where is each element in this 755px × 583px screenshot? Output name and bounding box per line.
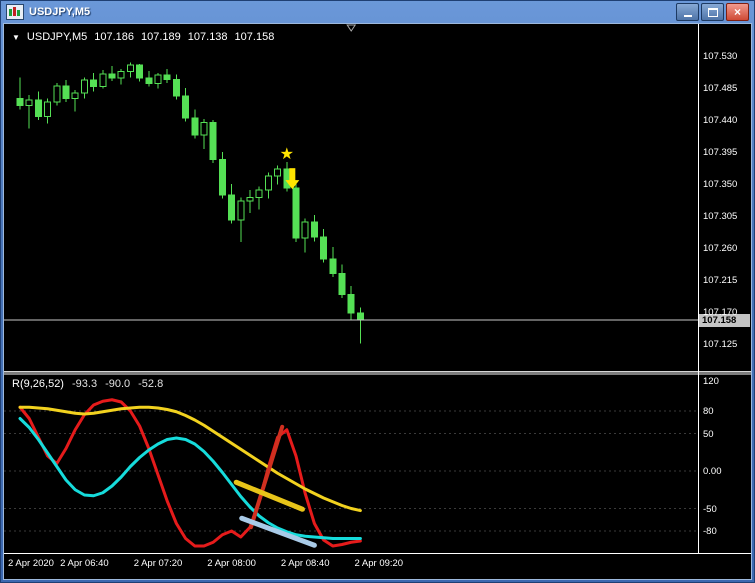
price-axis-label: 107.395 — [703, 146, 738, 158]
chart-app-icon — [6, 4, 24, 20]
time-axis-label: 2 Apr 08:00 — [207, 558, 256, 569]
indicator-svg[interactable] — [4, 375, 698, 553]
close-button[interactable]: × — [726, 3, 749, 21]
price-chart-svg[interactable]: ★ — [4, 24, 698, 371]
price-axis-label: 107.485 — [703, 82, 738, 94]
time-axis-label: 2 Apr 08:40 — [280, 558, 330, 569]
time-axis-label: 2 Apr 07:20 — [133, 558, 183, 569]
window-controls: × — [676, 3, 749, 21]
price-axis-label: 107.215 — [703, 274, 738, 286]
trendline-object-3[interactable] — [239, 515, 317, 548]
price-axis-label: 107.125 — [703, 338, 738, 350]
price-axis[interactable]: 107.158 107.530 107.485 107.440 107.395 107.… — [699, 24, 751, 553]
indicator-name: R(9,26,52) — [12, 378, 64, 390]
indicator-value-3: -52.8 — [138, 378, 164, 390]
info-close: 107.158 — [234, 31, 275, 43]
info-symbol: USDJPY,M5 — [26, 31, 88, 43]
trendline-object-1[interactable] — [248, 424, 285, 530]
axis-horizontal-separator — [4, 553, 751, 554]
time-axis[interactable]: 2 Apr 2020 2 Apr 06:40 2 Apr 07:20 2 Apr 08… — [4, 555, 751, 575]
info-high: 107.189 — [141, 31, 181, 43]
indicator-axis-label: -50 — [703, 503, 717, 515]
indicator-axis-label: 50 — [703, 428, 714, 440]
chart-surface: ▼ USDJPY,M5 107.186 107.189 107.138 107.… — [4, 24, 751, 579]
indicator-axis-label: -80 — [703, 526, 717, 537]
info-low: 107.138 — [187, 31, 228, 43]
window-title: USDJPY,M5 — [29, 6, 91, 18]
close-icon: × — [733, 5, 741, 19]
window-titlebar[interactable]: USDJPY,M5 × — [4, 2, 751, 22]
chart-shift-marker-icon — [346, 24, 357, 32]
minimize-icon — [683, 15, 692, 17]
indicator-line-r52 — [18, 405, 362, 513]
price-axis-label: 107.350 — [703, 178, 738, 190]
time-axis-label: 2 Apr 2020 — [8, 558, 54, 569]
dropdown-triangle-icon: ▼ — [12, 32, 20, 42]
price-axis-label: 107.305 — [703, 210, 738, 222]
ohlc-info-line: ▼ USDJPY,M5 107.186 107.189 107.138 107.… — [12, 31, 274, 43]
indicator-value-2: -90.0 — [105, 378, 131, 390]
price-axis-label: 107.170 — [703, 306, 738, 318]
price-axis-label: 107.440 — [703, 114, 738, 126]
indicator-axis-label: 80 — [703, 406, 714, 417]
indicator-axis-label: 120 — [703, 376, 719, 387]
star-marker[interactable]: ★ — [280, 144, 294, 163]
mt4-chart-window: USDJPY,M5 × ▼ USDJPY,M5 107.186 107.189 … — [0, 0, 755, 583]
minimize-button[interactable] — [676, 3, 699, 21]
maximize-icon — [707, 7, 718, 17]
maximize-button[interactable] — [701, 3, 724, 21]
trendline-object-2[interactable] — [233, 479, 305, 512]
indicator-axis-label: 0.00 — [703, 466, 722, 477]
time-axis-label: 2 Apr 06:40 — [60, 558, 109, 569]
indicator-label: R(9,26,52) -93.3 -90.0 -52.8 — [12, 378, 163, 390]
indicator-value-1: -93.3 — [71, 378, 98, 390]
price-axis-label: 107.260 — [703, 242, 738, 254]
indicator-line-r9 — [18, 398, 362, 548]
time-axis-label: 2 Apr 09:20 — [354, 558, 404, 569]
price-axis-label: 107.530 — [703, 51, 738, 62]
info-open: 107.186 — [94, 31, 135, 43]
